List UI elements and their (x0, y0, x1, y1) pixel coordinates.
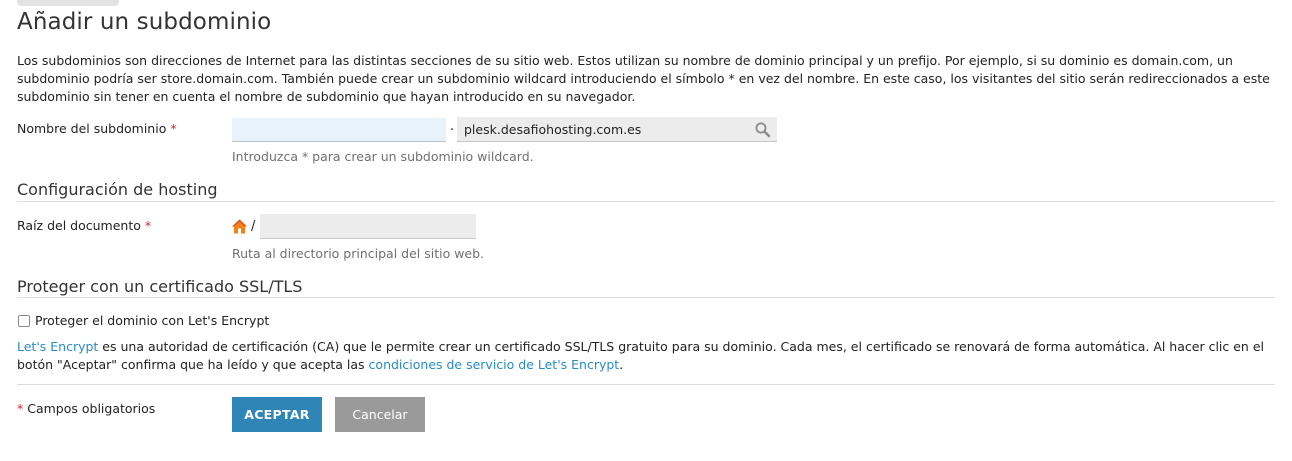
subdomain-name-label-text: Nombre del subdominio (17, 121, 167, 136)
path-prefix: / (251, 219, 256, 234)
section-divider (17, 297, 1275, 298)
domain-separator: . (450, 119, 455, 134)
ssl-section-title: Proteger con un certificado SSL/TLS (17, 277, 303, 296)
letsencrypt-description: Let's Encrypt es una autoridad de certif… (17, 338, 1275, 374)
required-fields-note: * Campos obligatorios (17, 401, 155, 416)
subdomain-hint: Introduzca * para crear un subdominio wi… (232, 149, 534, 164)
letsencrypt-description-text: es una autoridad de certificación (CA) q… (17, 339, 1264, 372)
letsencrypt-checkbox[interactable] (18, 315, 30, 327)
page-description: Los subdominios son direcciones de Inter… (17, 53, 1270, 104)
required-fields-text: Campos obligatorios (23, 401, 156, 416)
form-footer-divider (17, 384, 1275, 385)
document-root-hint: Ruta al directorio principal del sitio w… (232, 246, 485, 261)
subdomain-name-label: Nombre del subdominio * (17, 121, 177, 136)
hosting-section-title: Configuración de hosting (17, 180, 218, 199)
letsencrypt-description-end: . (619, 357, 624, 372)
letsencrypt-link[interactable]: Let's Encrypt (17, 339, 98, 354)
parent-domain-value: plesk.desafiohosting.com.es (464, 122, 642, 137)
cancel-button[interactable]: Cancelar (335, 397, 425, 432)
letsencrypt-checkbox-label[interactable]: Proteger el dominio con Let's Encrypt (35, 313, 269, 328)
subdomain-name-input[interactable] (232, 118, 446, 142)
document-root-label-text: Raíz del documento (17, 218, 141, 233)
accept-button[interactable]: ACEPTAR (232, 397, 322, 432)
add-subdomain-page: Añadir un subdominio Los subdominios son… (0, 0, 1292, 461)
required-asterisk: * (170, 121, 177, 136)
required-asterisk: * (144, 218, 152, 233)
search-icon[interactable] (754, 121, 772, 139)
letsencrypt-terms-link[interactable]: condiciones de servicio de Let's Encrypt (369, 357, 620, 372)
section-divider (17, 201, 1275, 202)
home-icon (232, 219, 247, 234)
page-title: Añadir un subdominio (17, 9, 272, 35)
document-root-input[interactable] (260, 214, 476, 239)
breadcrumb-tab[interactable] (17, 0, 119, 6)
document-root-label: Raíz del documento * (17, 218, 151, 233)
parent-domain-select[interactable]: plesk.desafiohosting.com.es (457, 117, 777, 142)
